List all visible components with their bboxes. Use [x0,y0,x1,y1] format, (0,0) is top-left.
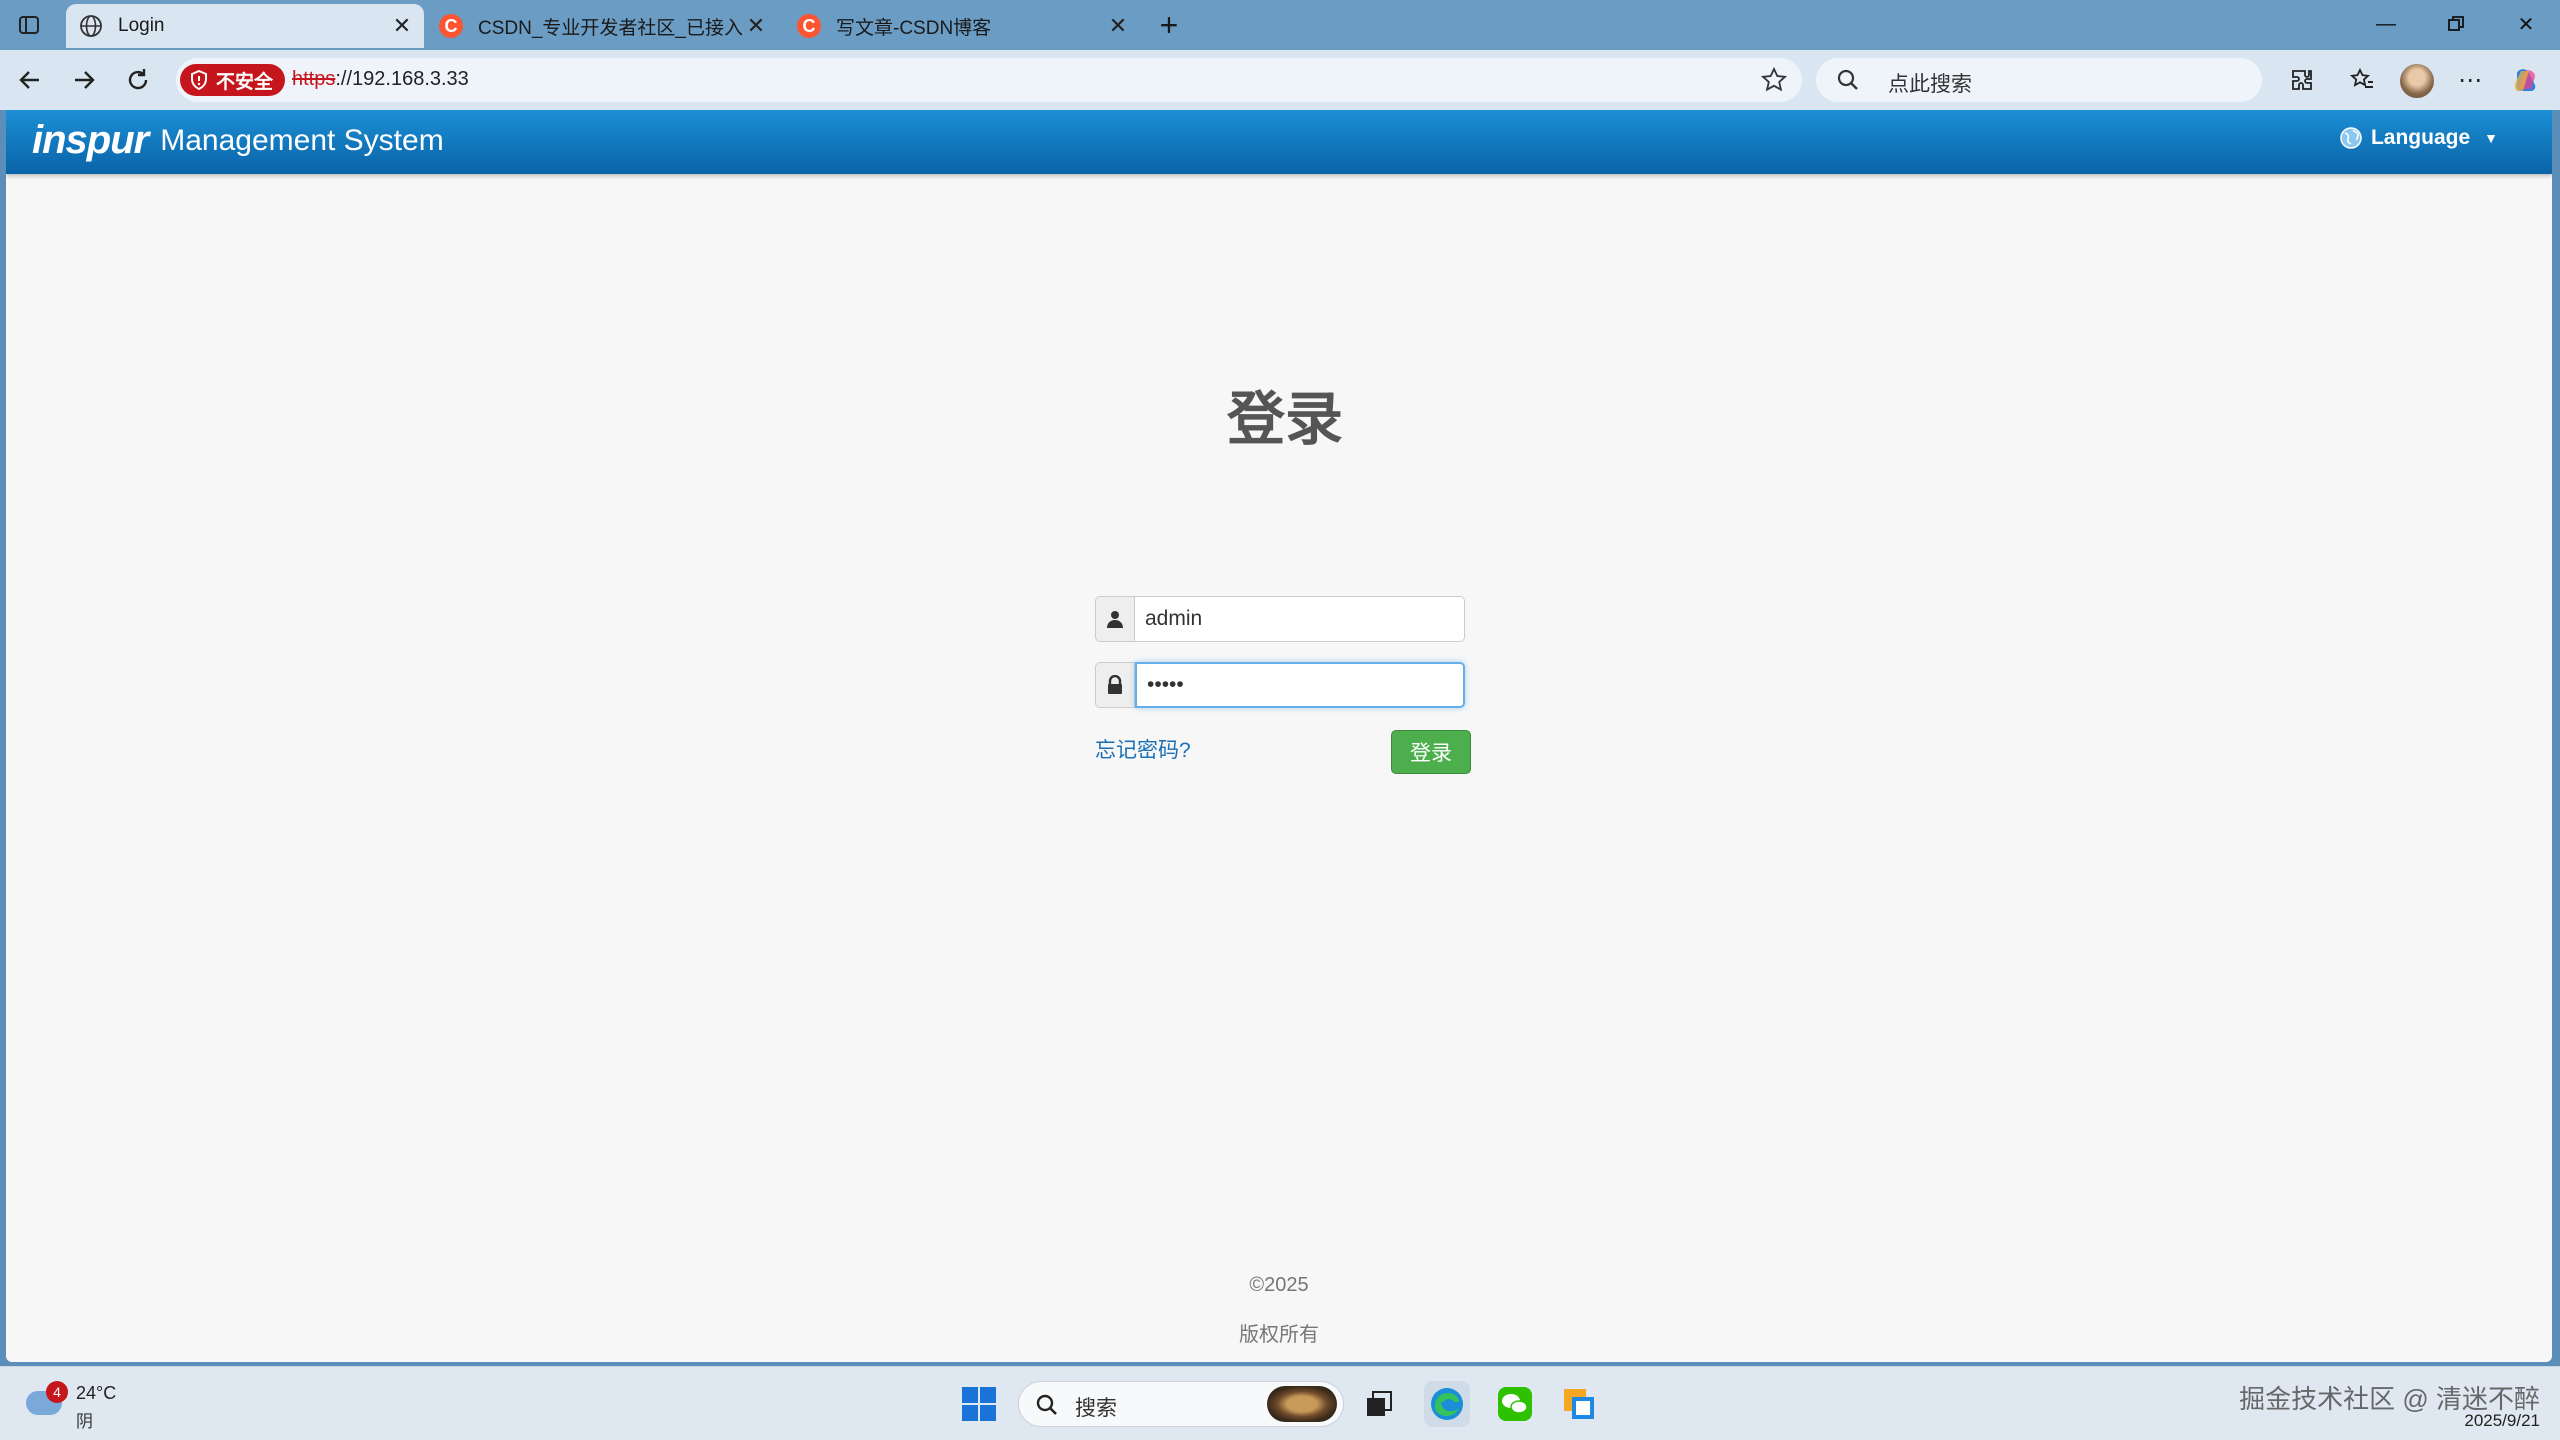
tab-close-icon[interactable]: ✕ [1104,12,1132,40]
forward-icon[interactable] [66,62,102,98]
tab-csdn-home[interactable]: C CSDN_专业开发者社区_已接入De ✕ [426,4,778,48]
tab-actions-icon[interactable] [14,10,44,40]
not-secure-badge[interactable]: 不安全 [180,64,286,96]
weather-badge: 4 [46,1381,68,1403]
back-icon[interactable] [12,62,48,98]
url-scheme: https [292,68,336,90]
system-tray: 掘金技术社区 @ 清迷不醉 2025/9/21 [2239,1375,2540,1433]
csdn-logo-icon: C [797,14,821,38]
profile-avatar[interactable] [2400,64,2434,98]
tab-close-icon[interactable]: ✕ [742,12,770,40]
forgot-password-link[interactable]: 忘记密码? [1095,734,1191,764]
tab-close-icon[interactable]: ✕ [388,12,416,40]
address-bar[interactable]: 不安全 https://192.168.3.33 [176,58,1802,102]
lock-icon [1095,662,1135,708]
language-dropdown[interactable]: Language ▼ [2339,126,2498,150]
weather-temperature: 24°C [76,1383,117,1403]
shield-warning-icon [191,70,207,90]
inspur-logo: inspur [32,118,149,162]
password-field [1095,662,1465,708]
csdn-logo-icon: C [439,14,463,38]
language-label: Language [2370,126,2471,149]
search-icon [1036,1394,1057,1415]
new-tab-button[interactable]: + [1152,7,1186,43]
login-title: 登录 [1226,387,1343,452]
remote-desktop-icon[interactable] [1556,1381,1602,1427]
favorites-icon[interactable] [2346,64,2378,96]
tab-title: CSDN_专业开发者社区_已接入De [478,17,742,39]
caret-down-icon: ▼ [2484,130,2498,146]
brand: inspur Management System [32,118,444,163]
search-placeholder: 点此搜索 [1888,73,1972,96]
search-highlight-image [1267,1386,1337,1422]
windows-start-icon[interactable] [962,1387,996,1421]
restore-icon[interactable] [2426,6,2486,42]
tab-title: 写文章-CSDN博客 [836,17,992,39]
browser-toolbar: 不安全 https://192.168.3.33 点此搜索 ⋯ [0,50,2560,110]
globe-icon [78,13,104,39]
web-page: inspur Management System Language ▼ 登录 忘… [6,110,2552,1362]
tab-csdn-write[interactable]: C 写文章-CSDN博客 ✕ [784,4,1140,48]
browser-tab-strip: Login ✕ C CSDN_专业开发者社区_已接入De ✕ C 写文章-CSD… [0,0,2560,50]
user-icon [1095,596,1135,642]
tray-date[interactable]: 2025/9/21 [2464,1411,2540,1431]
close-window-icon[interactable]: ✕ [2496,6,2556,42]
taskbar: 4 24°C 阴 搜索 掘金技术社区 @ 清迷不醉 2025/9/21 [0,1366,2560,1440]
favorite-star-icon[interactable] [1760,66,1788,94]
username-input[interactable] [1135,596,1465,642]
weather-widget[interactable]: 4 24°C 阴 [22,1379,142,1431]
url-text[interactable]: https://192.168.3.33 [292,68,469,91]
globe-icon [2340,127,2362,149]
login-button[interactable]: 登录 [1391,730,1471,774]
extensions-icon[interactable] [2286,64,2318,96]
app-header: inspur Management System Language ▼ [6,110,2552,174]
search-icon [1836,68,1860,97]
username-field [1095,596,1465,642]
footer-copyright: ©2025 [1249,1274,1309,1296]
tab-login[interactable]: Login ✕ [66,4,424,48]
wechat-icon[interactable] [1492,1381,1538,1427]
tab-title: Login [118,15,165,36]
not-secure-label: 不安全 [216,71,274,93]
taskbar-search[interactable]: 搜索 [1018,1381,1344,1427]
edge-browser-icon[interactable] [1424,1381,1470,1427]
system-name: Management System [160,123,444,157]
minimize-icon[interactable]: — [2356,6,2416,42]
password-input[interactable] [1135,662,1465,708]
copilot-icon[interactable] [2510,64,2542,96]
weather-condition: 阴 [76,1412,93,1431]
browser-search-box[interactable]: 点此搜索 [1816,58,2262,102]
more-options-icon[interactable]: ⋯ [2454,64,2486,96]
url-host: ://192.168.3.33 [335,68,469,90]
taskbar-search-placeholder: 搜索 [1075,1397,1117,1420]
task-view-icon[interactable] [1356,1381,1402,1427]
footer-rights: 版权所有 [1239,1324,1319,1346]
reload-icon[interactable] [120,62,156,98]
